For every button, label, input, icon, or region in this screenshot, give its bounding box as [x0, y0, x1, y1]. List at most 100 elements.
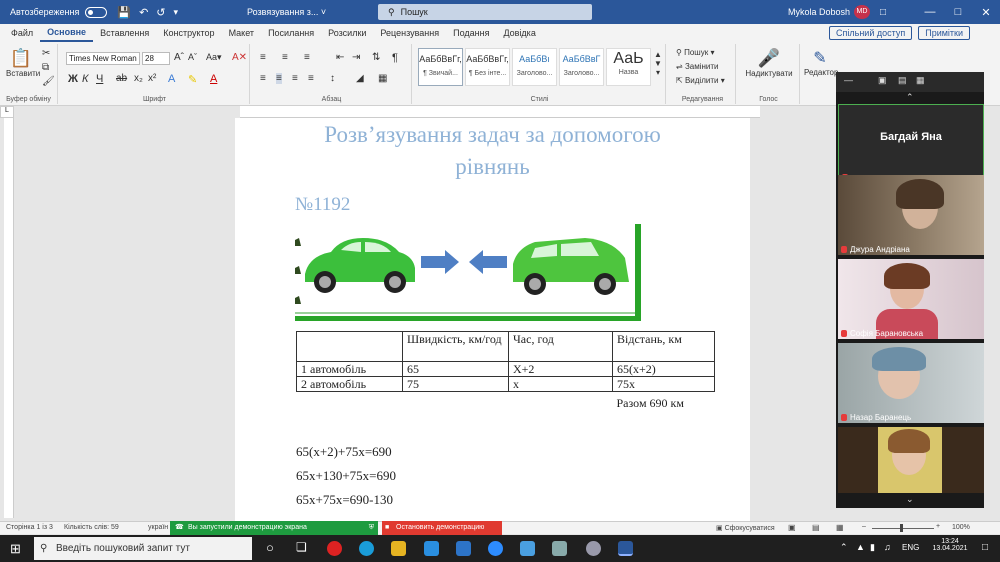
- single-view-icon[interactable]: ▣: [878, 75, 887, 86]
- format-painter-icon[interactable]: 🖌: [42, 76, 55, 87]
- align-left-icon[interactable]: ≡: [260, 73, 266, 84]
- mail-icon[interactable]: [456, 541, 471, 556]
- line-spacing-icon[interactable]: ↕: [330, 73, 335, 84]
- scroll-up-icon[interactable]: ⌃: [906, 92, 914, 103]
- shrink-font-icon[interactable]: Aˇ: [188, 52, 197, 62]
- find-button[interactable]: ⚲ Пошук ▾: [676, 48, 714, 57]
- document-page[interactable]: Розв’язування задач за допомогою рівнянь…: [235, 118, 750, 522]
- file-explorer-icon[interactable]: [391, 541, 406, 556]
- clock[interactable]: 13:24 13.04.2021: [930, 538, 970, 552]
- styles-more-icon[interactable]: ▲ ▼ ▾: [654, 50, 662, 77]
- save-icon[interactable]: 💾: [117, 6, 131, 19]
- page-count[interactable]: Сторінка 1 із 3: [6, 524, 53, 531]
- strip-view-icon[interactable]: ▤: [898, 75, 907, 86]
- editor-button[interactable]: ✎ Редактор: [804, 48, 838, 77]
- minimize-icon[interactable]: —: [916, 6, 944, 18]
- highlight-icon[interactable]: ✎: [188, 73, 197, 86]
- style-normal[interactable]: АаБбВвГг, ¶ Звичай...: [418, 48, 463, 86]
- tab-design[interactable]: Конструктор: [156, 28, 221, 38]
- select-button[interactable]: ⇱ Виділити ▾: [676, 76, 725, 85]
- decrease-indent-icon[interactable]: ⇤: [336, 52, 344, 63]
- tab-layout[interactable]: Макет: [222, 28, 261, 38]
- tab-review[interactable]: Рецензування: [373, 28, 446, 38]
- style-title[interactable]: АаЬ Назва: [606, 48, 651, 86]
- minimize-panel-icon[interactable]: —: [844, 75, 853, 85]
- focus-button[interactable]: ▣ Сфокусуватися: [716, 524, 775, 532]
- style-no-spacing[interactable]: АаБбВвГг, ¶ Без інте...: [465, 48, 510, 86]
- vertical-ruler[interactable]: [4, 118, 14, 518]
- horizontal-ruler[interactable]: [240, 106, 760, 118]
- style-heading-2[interactable]: АаБбВвГ Заголово...: [559, 48, 604, 86]
- user-avatar[interactable]: MD: [854, 5, 870, 19]
- word-app-icon[interactable]: [618, 541, 633, 556]
- notifications-icon[interactable]: □: [982, 542, 988, 553]
- tab-references[interactable]: Посилання: [261, 28, 321, 38]
- align-right-icon[interactable]: ≡: [292, 73, 298, 84]
- customize-toolbar-icon[interactable]: ▾: [174, 7, 179, 18]
- maximize-icon[interactable]: □: [944, 6, 972, 18]
- text-effects-icon[interactable]: A: [168, 73, 175, 85]
- volume-icon[interactable]: ♫: [884, 542, 891, 552]
- sort-icon[interactable]: ⇅: [372, 52, 380, 63]
- photos-icon[interactable]: [520, 541, 535, 556]
- share-button[interactable]: Спільний доступ: [829, 26, 913, 40]
- borders-icon[interactable]: ▦: [378, 73, 387, 84]
- app-icon[interactable]: [586, 541, 601, 556]
- shading-icon[interactable]: ◢: [356, 73, 364, 84]
- copy-icon[interactable]: ⧉: [42, 62, 49, 73]
- participant-tile[interactable]: Назар Баранець: [838, 343, 984, 423]
- bold-icon[interactable]: Ж: [68, 73, 78, 85]
- tab-selector-icon[interactable]: L: [0, 106, 14, 118]
- tab-help[interactable]: Довідка: [496, 28, 542, 38]
- ribbon-options-icon[interactable]: □: [880, 7, 886, 18]
- network-icon[interactable]: ▲: [856, 542, 865, 552]
- zoom-slider-handle[interactable]: [900, 524, 903, 532]
- zoom-slider[interactable]: [872, 528, 934, 529]
- tab-mailings[interactable]: Розсилки: [321, 28, 373, 38]
- search-box[interactable]: ⚲ Пошук: [378, 4, 592, 20]
- undo-icon[interactable]: ↶: [139, 6, 148, 19]
- opera-icon[interactable]: [327, 541, 342, 556]
- participant-tile[interactable]: Багдай Яна: [838, 104, 984, 184]
- tab-insert[interactable]: Вставлення: [93, 28, 156, 38]
- subscript-icon[interactable]: x₂: [134, 73, 143, 84]
- cut-icon[interactable]: ✂: [42, 48, 50, 59]
- web-layout-icon[interactable]: ▦: [836, 523, 844, 532]
- zoom-out-icon[interactable]: –: [862, 523, 866, 530]
- vscode-icon[interactable]: [424, 541, 439, 556]
- superscript-icon[interactable]: x²: [148, 73, 156, 84]
- tab-file[interactable]: Файл: [4, 28, 40, 38]
- windows-start-icon[interactable]: ⊞: [10, 541, 21, 557]
- document-title[interactable]: Розвязування з... ˅: [247, 7, 326, 17]
- show-marks-icon[interactable]: ¶: [392, 52, 398, 64]
- taskbar-search[interactable]: ⚲ Введіть пошуковий запит тут: [34, 537, 252, 560]
- align-center-icon[interactable]: ≡: [276, 73, 282, 84]
- increase-indent-icon[interactable]: ⇥: [352, 52, 360, 63]
- print-layout-icon[interactable]: ▤: [812, 523, 820, 532]
- participant-tile[interactable]: Софія Барановська: [838, 259, 984, 339]
- read-mode-icon[interactable]: ▣: [788, 523, 796, 532]
- participant-tile[interactable]: [838, 427, 984, 493]
- italic-icon[interactable]: К: [82, 73, 88, 85]
- gallery-view-icon[interactable]: ▦: [916, 75, 925, 86]
- replace-button[interactable]: ⇌ Замінити: [676, 62, 719, 71]
- font-color-icon[interactable]: A: [210, 73, 217, 85]
- participant-tile[interactable]: Джура Андріана: [838, 175, 984, 255]
- language-status[interactable]: україн: [148, 524, 168, 531]
- close-icon[interactable]: ✕: [972, 6, 1000, 19]
- grow-font-icon[interactable]: Aˆ: [174, 52, 184, 63]
- multilevel-list-icon[interactable]: ≡: [304, 52, 310, 63]
- task-view-icon[interactable]: ❏: [296, 540, 307, 554]
- paint-icon[interactable]: [552, 541, 567, 556]
- clear-format-icon[interactable]: A✕: [232, 52, 247, 63]
- paste-button[interactable]: 📋 Вставити: [6, 48, 40, 78]
- justify-icon[interactable]: ≡: [308, 73, 314, 84]
- underline-icon[interactable]: Ч: [96, 73, 103, 85]
- bullets-icon[interactable]: ≡: [260, 52, 266, 63]
- strikethrough-icon[interactable]: ab: [116, 73, 127, 84]
- zoom-in-icon[interactable]: +: [936, 523, 940, 530]
- input-language[interactable]: ENG: [902, 543, 919, 552]
- tab-home[interactable]: Основне: [40, 24, 94, 42]
- tray-expand-icon[interactable]: ⌃: [840, 542, 848, 553]
- change-case-icon[interactable]: Aa▾: [206, 52, 222, 63]
